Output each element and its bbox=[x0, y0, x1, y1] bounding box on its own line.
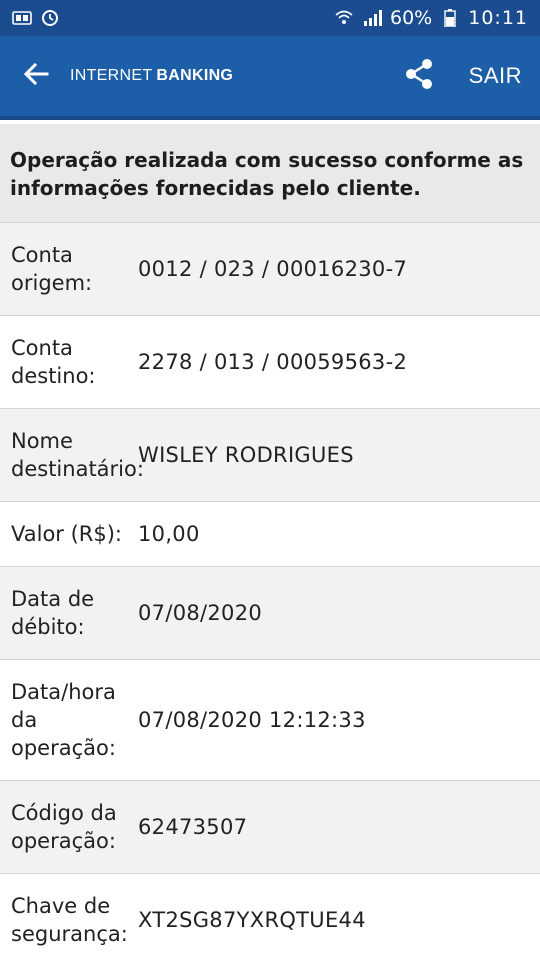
sim-card-icon bbox=[12, 10, 32, 26]
row-label: Chave de segurança: bbox=[11, 894, 128, 946]
battery-icon bbox=[440, 9, 460, 27]
wifi-icon bbox=[334, 10, 354, 26]
row-value: 07/08/2020 12:12:33 bbox=[138, 708, 366, 732]
row-value: 2278 / 013 / 00059563-2 bbox=[138, 350, 408, 374]
receipt-row-conta-origem: Conta origem: 0012 / 023 / 00016230-7 bbox=[0, 223, 540, 316]
battery-percent: 60% bbox=[390, 7, 433, 29]
receipt-content: Operação realizada com sucesso conforme … bbox=[0, 120, 540, 960]
signal-icon bbox=[362, 10, 382, 26]
status-left bbox=[12, 10, 60, 26]
app-bar: INTERNET BANKING SAIR bbox=[0, 36, 540, 120]
row-value: 0012 / 023 / 00016230-7 bbox=[138, 257, 408, 281]
receipt-row-data-debito: Data de débito: 07/08/2020 bbox=[0, 567, 540, 660]
row-value: 62473507 bbox=[138, 815, 248, 839]
row-label: Data de débito: bbox=[11, 587, 95, 639]
brand-title: INTERNET BANKING bbox=[70, 67, 233, 85]
back-arrow-icon bbox=[23, 62, 49, 90]
receipt-row-valor: Valor (R$): 10,00 bbox=[0, 502, 540, 567]
share-icon bbox=[404, 58, 434, 94]
status-right: 60% 10:11 bbox=[334, 7, 528, 29]
brand-bold: BANKING bbox=[156, 67, 234, 84]
row-label: Valor (R$): bbox=[11, 522, 123, 546]
row-value: 07/08/2020 bbox=[138, 601, 263, 625]
receipt-row-chave-seguranca: Chave de segurança: XT2SG87YXRQTUE44 bbox=[0, 874, 540, 960]
status-bar: 60% 10:11 bbox=[0, 0, 540, 36]
receipt-row-data-hora-operacao: Data/hora da operação: 07/08/2020 12:12:… bbox=[0, 660, 540, 781]
alarm-icon bbox=[40, 10, 60, 26]
row-label: Data/hora da operação: bbox=[11, 680, 116, 760]
share-button[interactable] bbox=[401, 58, 437, 94]
row-label: Nome destinatário: bbox=[11, 429, 144, 481]
receipt-row-conta-destino: Conta destino: 2278 / 013 / 00059563-2 bbox=[0, 316, 540, 409]
row-label: Conta origem: bbox=[11, 243, 93, 295]
success-message: Operação realizada com sucesso conforme … bbox=[0, 124, 540, 223]
row-label: Conta destino: bbox=[11, 336, 96, 388]
back-button[interactable] bbox=[18, 58, 54, 94]
receipt-row-nome-destinatario: Nome destinatário: WISLEY RODRIGUES bbox=[0, 409, 540, 502]
row-value: XT2SG87YXRQTUE44 bbox=[138, 908, 366, 932]
row-value: WISLEY RODRIGUES bbox=[138, 443, 354, 467]
row-value: 10,00 bbox=[138, 522, 200, 546]
exit-button[interactable]: SAIR bbox=[469, 63, 522, 89]
row-label: Código da operação: bbox=[11, 801, 117, 853]
brand-light: INTERNET bbox=[70, 67, 153, 84]
clock: 10:11 bbox=[468, 7, 528, 29]
receipt-row-codigo-operacao: Código da operação: 62473507 bbox=[0, 781, 540, 874]
